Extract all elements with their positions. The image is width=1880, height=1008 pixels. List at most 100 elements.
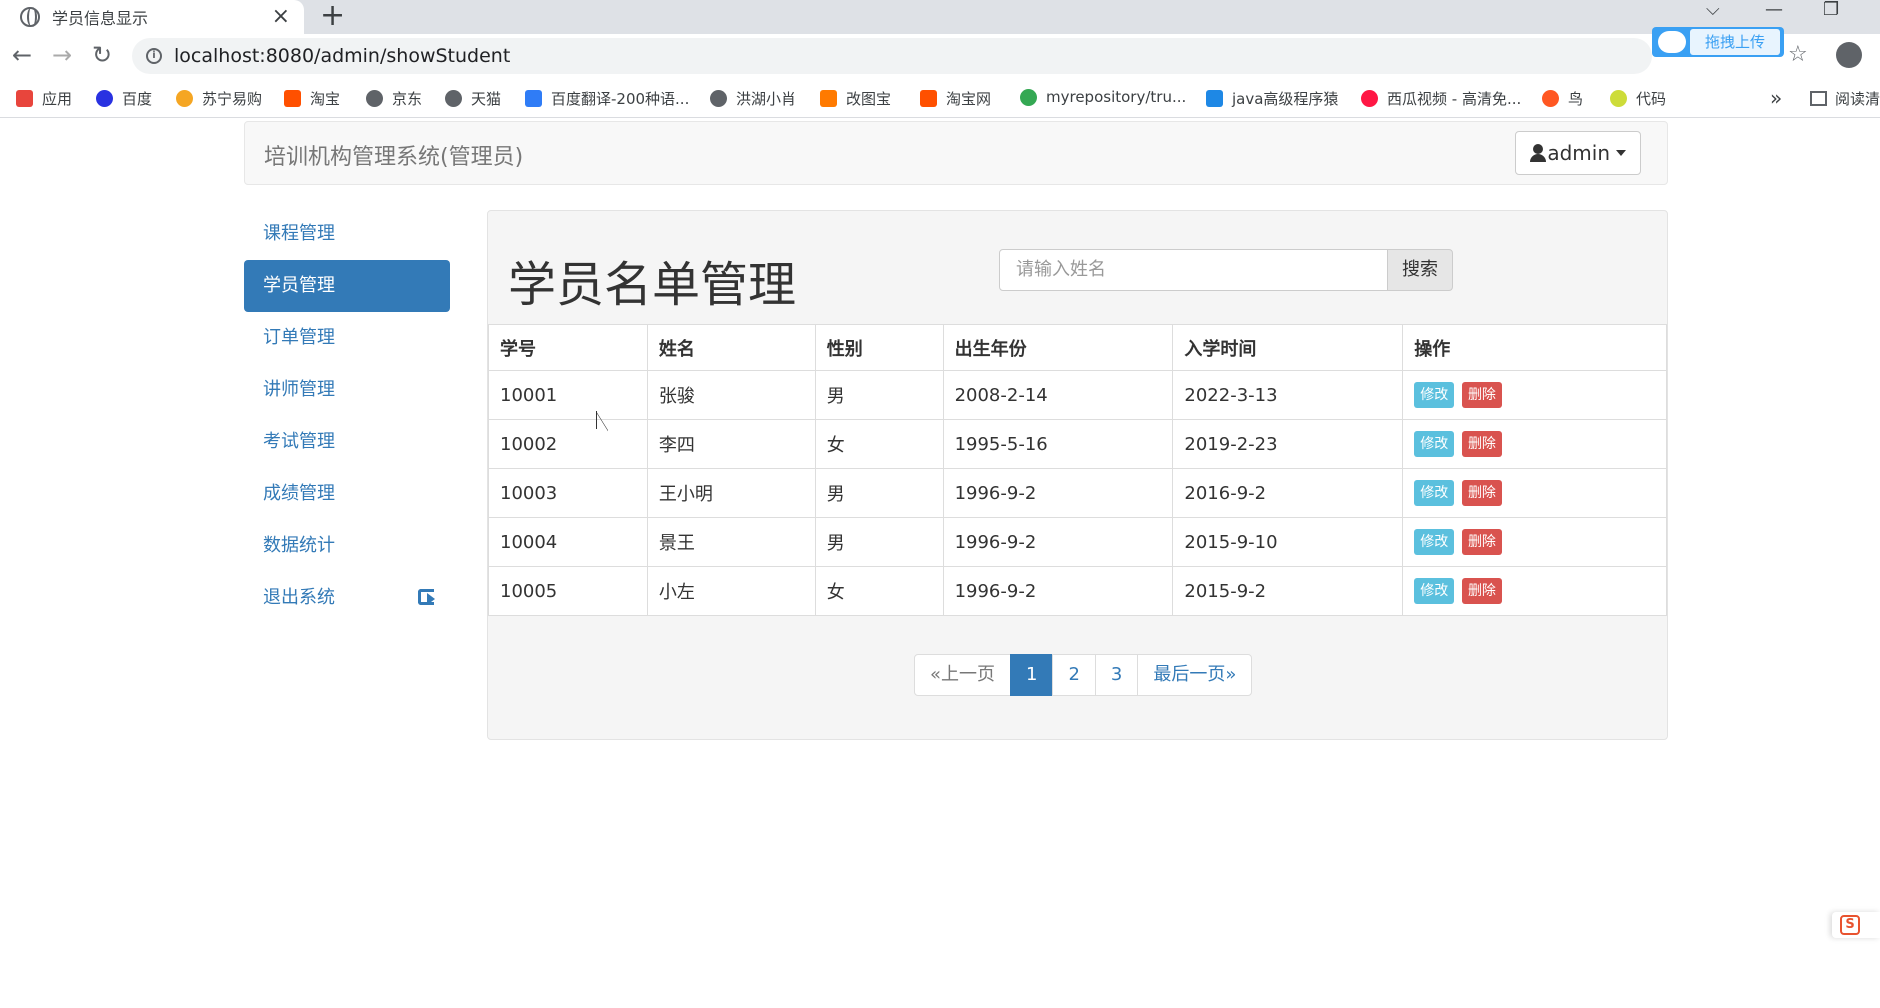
bird-icon — [1542, 90, 1559, 107]
row-actions: 修改 删除 — [1402, 419, 1667, 469]
student-id: 10001 — [488, 370, 648, 420]
suning-icon — [176, 90, 193, 107]
mouse-cursor-icon — [596, 411, 608, 429]
bookmark-baidu[interactable]: 百度 — [96, 88, 152, 109]
bookmarks-more-icon[interactable]: » — [1770, 86, 1782, 110]
sidebar-item-students[interactable]: 学员管理 — [244, 260, 450, 312]
table-row: 10004 景王 男 1996-9-2 2015-9-10 修改 删除 — [488, 517, 1667, 567]
search-button[interactable]: 搜索 — [1387, 249, 1453, 291]
sidebar-item-exams[interactable]: 考试管理 — [244, 416, 450, 468]
student-name: 王小明 — [646, 468, 816, 518]
tab-close-icon[interactable]: × — [272, 4, 290, 29]
row-actions: 修改 删除 — [1402, 566, 1667, 616]
bookmark-star-icon[interactable]: ☆ — [1788, 42, 1808, 67]
student-enroll-date: 2019-2-23 — [1172, 419, 1404, 469]
prev-page-button[interactable]: «上一页 — [914, 654, 1012, 696]
url-text[interactable]: localhost:8080/admin/showStudent — [174, 45, 510, 67]
sidebar-item-logout[interactable]: 退出系统 — [244, 572, 450, 624]
apps-grid-icon — [16, 90, 33, 107]
tv-icon — [1206, 90, 1223, 107]
edit-button[interactable]: 修改 — [1414, 431, 1455, 457]
brand-title[interactable]: 培训机构管理系统(管理员) — [264, 139, 523, 171]
column-header: 姓名 — [646, 324, 816, 371]
bookmark-baidu-translate[interactable]: 百度翻译-200种语... — [525, 88, 689, 109]
profile-icon[interactable] — [1836, 42, 1862, 68]
globe-icon — [366, 90, 383, 107]
upload-label[interactable]: 拖拽上传 — [1690, 29, 1780, 55]
bookmark-xigua[interactable]: 西瓜视频 - 高清免... — [1361, 88, 1521, 109]
sidebar-item-label: 退出系统 — [263, 587, 335, 608]
student-id: 10002 — [488, 419, 648, 469]
student-enroll-date: 2015-9-2 — [1172, 566, 1404, 616]
address-bar[interactable]: i localhost:8080/admin/showStudent — [132, 38, 1652, 74]
translate-icon — [525, 90, 542, 107]
sidebar-item-teachers[interactable]: 讲师管理 — [244, 364, 450, 416]
page-2-button[interactable]: 2 — [1052, 654, 1096, 696]
sidebar-nav: 课程管理 学员管理 订单管理 讲师管理 考试管理 成绩管理 数据统计 退出系统 — [244, 208, 450, 624]
delete-button[interactable]: 删除 — [1461, 480, 1502, 506]
browser-toolbar: ← → ↻ i localhost:8080/admin/showStudent… — [0, 34, 1880, 78]
sidebar-item-courses[interactable]: 课程管理 — [244, 208, 450, 260]
sidebar-item-statistics[interactable]: 数据统计 — [244, 520, 450, 572]
search-input[interactable]: 请输入姓名 — [999, 249, 1389, 291]
page-3-button[interactable]: 3 — [1094, 654, 1139, 696]
back-icon[interactable]: ← — [12, 42, 32, 68]
cloud-icon — [1658, 31, 1686, 53]
floating-widget[interactable]: S — [1832, 912, 1880, 938]
upload-widget[interactable]: 拖拽上传 — [1652, 27, 1784, 57]
student-birth: 1996-9-2 — [942, 517, 1174, 567]
edit-button[interactable]: 修改 — [1414, 529, 1455, 555]
info-icon[interactable]: i — [146, 48, 162, 64]
delete-button[interactable]: 删除 — [1461, 578, 1502, 604]
sidebar-item-scores[interactable]: 成绩管理 — [244, 468, 450, 520]
bookmark-taobao-net[interactable]: 淘宝网 — [920, 88, 991, 109]
delete-button[interactable]: 删除 — [1461, 529, 1502, 555]
student-name: 李四 — [646, 419, 816, 469]
repo-icon — [1020, 88, 1037, 106]
row-actions: 修改 删除 — [1402, 370, 1667, 420]
student-gender: 男 — [814, 370, 944, 420]
student-name: 景王 — [646, 517, 816, 567]
gaitubao-icon — [820, 90, 837, 107]
bookmark-jd[interactable]: 京东 — [366, 88, 422, 109]
edit-button[interactable]: 修改 — [1414, 382, 1455, 408]
reading-list[interactable]: 阅读清 — [1810, 88, 1880, 109]
top-navbar: 培训机构管理系统(管理员) admin — [244, 121, 1668, 185]
delete-button[interactable]: 删除 — [1461, 382, 1502, 408]
minimize-icon[interactable]: — — [1765, 0, 1783, 20]
bookmark-tmall[interactable]: 天猫 — [445, 88, 501, 109]
restore-icon[interactable]: ❐ — [1823, 0, 1839, 20]
reload-icon[interactable]: ↻ — [92, 42, 112, 68]
bookmark-apps[interactable]: 应用 — [16, 88, 72, 109]
delete-button[interactable]: 删除 — [1461, 431, 1502, 457]
student-name: 小左 — [646, 566, 816, 616]
new-tab-button[interactable]: + — [320, 0, 345, 33]
bookmark-java[interactable]: java高级程序猿 — [1206, 88, 1338, 109]
bookmark-niao[interactable]: 鸟 — [1542, 88, 1583, 109]
student-gender: 男 — [814, 517, 944, 567]
bookmark-suning[interactable]: 苏宁易购 — [176, 88, 262, 109]
page-title: 学员名单管理 — [508, 257, 797, 313]
forward-icon[interactable]: → — [52, 42, 72, 68]
student-enroll-date: 2022-3-13 — [1172, 370, 1404, 420]
student-table: 学号 姓名 性别 出生年份 入学时间 操作 10001 张骏 男 2008-2-… — [488, 324, 1667, 616]
last-page-button[interactable]: 最后一页» — [1137, 654, 1253, 696]
user-icon — [1530, 143, 1547, 163]
sidebar-item-orders[interactable]: 订单管理 — [244, 312, 450, 364]
bookmark-myrepository[interactable]: myrepository/tru... — [1020, 88, 1186, 106]
page-1-button[interactable]: 1 — [1010, 654, 1054, 696]
browser-tab[interactable]: 学员信息显示 × — [0, 0, 304, 34]
bookmark-honghu[interactable]: 洪湖小肖 — [710, 88, 796, 109]
user-dropdown-button[interactable]: admin — [1515, 131, 1641, 175]
caret-down-icon — [1616, 150, 1626, 156]
edit-button[interactable]: 修改 — [1414, 578, 1455, 604]
logout-icon — [418, 589, 435, 605]
reading-list-icon — [1810, 91, 1827, 106]
bookmark-gaitubao[interactable]: 改图宝 — [820, 88, 891, 109]
edit-button[interactable]: 修改 — [1414, 480, 1455, 506]
tab-search-icon[interactable]: ⌵ — [1706, 0, 1720, 20]
student-id: 10003 — [488, 468, 648, 518]
table-row: 10001 张骏 男 2008-2-14 2022-3-13 修改 删除 — [488, 370, 1667, 420]
bookmark-daima[interactable]: 代码 — [1610, 88, 1666, 109]
bookmark-taobao[interactable]: 淘宝 — [284, 88, 340, 109]
